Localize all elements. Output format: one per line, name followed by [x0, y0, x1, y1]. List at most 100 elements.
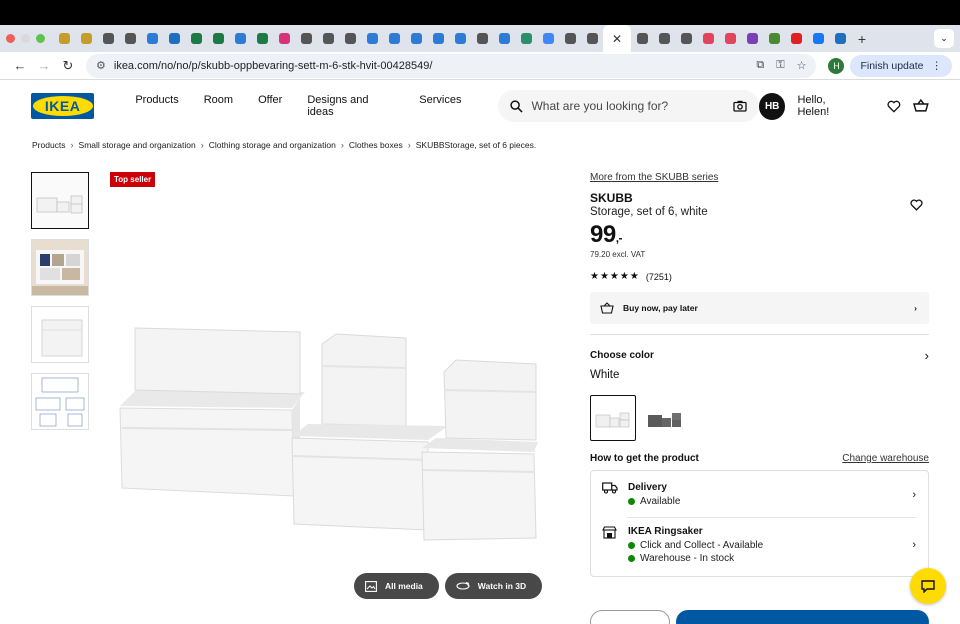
- browser-tab[interactable]: [829, 25, 851, 52]
- nav-services[interactable]: Services: [419, 94, 461, 118]
- browser-tab[interactable]: [383, 25, 405, 52]
- breadcrumb-item[interactable]: Small storage and organization: [79, 140, 196, 150]
- add-to-bag-button[interactable]: [676, 610, 929, 624]
- zoom-window-button[interactable]: [36, 34, 45, 43]
- browser-tab[interactable]: [207, 25, 229, 52]
- series-link[interactable]: More from the SKUBB series: [590, 172, 929, 183]
- price-excl-vat: 79.20 excl. VAT: [590, 250, 646, 259]
- search-input[interactable]: What are you looking for?: [498, 90, 759, 122]
- browser-tab[interactable]: [785, 25, 807, 52]
- breadcrumb-item[interactable]: Clothing storage and organization: [209, 140, 336, 150]
- breadcrumb-item[interactable]: Products: [32, 140, 66, 150]
- nav-room[interactable]: Room: [204, 94, 233, 118]
- media-buttons: All media Watch in 3D: [354, 573, 543, 599]
- favorite-heart-icon[interactable]: [910, 199, 923, 211]
- bookmark-star-icon[interactable]: ☆: [797, 59, 807, 72]
- swatch-grey[interactable]: [642, 395, 688, 441]
- change-warehouse-link[interactable]: Change warehouse: [842, 453, 929, 464]
- heart-icon[interactable]: [887, 100, 901, 113]
- browser-tab[interactable]: [515, 25, 537, 52]
- nav-products[interactable]: Products: [135, 94, 178, 118]
- thumbnail[interactable]: [31, 306, 89, 363]
- browser-tab[interactable]: [493, 25, 515, 52]
- ikea-logo[interactable]: IKEA: [31, 93, 95, 119]
- browser-tab[interactable]: [273, 25, 295, 52]
- url-text[interactable]: ikea.com/no/no/p/skubb-oppbevaring-sett-…: [114, 60, 744, 72]
- color-selector[interactable]: Choose color ›: [590, 348, 929, 363]
- chat-button[interactable]: [910, 568, 946, 604]
- watch-3d-button[interactable]: Watch in 3D: [444, 573, 543, 599]
- favicon-icon: [812, 33, 824, 44]
- browser-tab[interactable]: [317, 25, 339, 52]
- cart-icon[interactable]: [913, 99, 929, 113]
- browser-tab[interactable]: [119, 25, 141, 52]
- browser-tab[interactable]: [631, 25, 653, 52]
- browser-tab[interactable]: [141, 25, 163, 52]
- thumbnail[interactable]: [31, 239, 89, 296]
- review-count[interactable]: (7251): [646, 272, 672, 282]
- browser-tab[interactable]: [449, 25, 471, 52]
- minimize-window-button[interactable]: [21, 34, 30, 43]
- browser-tab[interactable]: [653, 25, 675, 52]
- browser-tab[interactable]: [361, 25, 383, 52]
- browser-tab[interactable]: [741, 25, 763, 52]
- finish-update-button[interactable]: Finish update ⋮: [850, 54, 952, 77]
- favicon-icon: [432, 33, 444, 44]
- rating[interactable]: ★★★★★ (7251): [590, 271, 929, 282]
- browser-tab[interactable]: [251, 25, 273, 52]
- browser-tab[interactable]: [339, 25, 361, 52]
- browser-tab[interactable]: [763, 25, 785, 52]
- buy-now-pay-later-button[interactable]: Buy now, pay later ›: [590, 292, 929, 324]
- active-tab[interactable]: ✕: [603, 25, 631, 52]
- favicon-icon: [278, 33, 290, 44]
- browser-tab[interactable]: [405, 25, 427, 52]
- browser-tab[interactable]: [163, 25, 185, 52]
- browser-tab[interactable]: [581, 25, 603, 52]
- nav-designs-and-ideas[interactable]: Designs and ideas: [307, 94, 394, 118]
- greeting[interactable]: Hello, Helen!: [797, 94, 859, 118]
- new-tab-button[interactable]: +: [851, 31, 873, 47]
- password-key-icon[interactable]: ⚿: [776, 59, 784, 72]
- thumbnail[interactable]: [31, 172, 89, 229]
- truck-icon: [602, 482, 628, 507]
- store-row[interactable]: IKEA Ringsaker Click and Collect - Avail…: [602, 526, 916, 564]
- back-icon[interactable]: ←: [8, 58, 32, 73]
- nav-offer[interactable]: Offer: [258, 94, 282, 118]
- browser-tab[interactable]: [427, 25, 449, 52]
- user-avatar[interactable]: HB: [758, 92, 786, 120]
- translate-icon[interactable]: ⧉: [756, 59, 764, 72]
- delivery-row[interactable]: Delivery Available ›: [602, 482, 916, 507]
- browser-tab[interactable]: [295, 25, 317, 52]
- browser-tab[interactable]: [559, 25, 581, 52]
- close-window-button[interactable]: [6, 34, 15, 43]
- search-icon: [510, 99, 524, 113]
- browser-tab[interactable]: [537, 25, 559, 52]
- breadcrumb-item[interactable]: Clothes boxes: [349, 140, 403, 150]
- thumbnail[interactable]: [31, 373, 89, 430]
- profile-avatar[interactable]: H: [828, 57, 845, 74]
- quantity-stepper[interactable]: [590, 610, 670, 624]
- browser-tab[interactable]: [719, 25, 741, 52]
- browser-tab[interactable]: [185, 25, 207, 52]
- reload-icon[interactable]: ↻: [56, 58, 80, 74]
- product-image[interactable]: [110, 268, 550, 558]
- site-info-icon[interactable]: ⚙: [96, 59, 106, 72]
- browser-tab[interactable]: [675, 25, 697, 52]
- browser-tab[interactable]: [229, 25, 251, 52]
- all-media-button[interactable]: All media: [354, 573, 439, 599]
- favicon-icon: [476, 33, 488, 44]
- browser-tab[interactable]: [97, 25, 119, 52]
- browser-tab[interactable]: [75, 25, 97, 52]
- browser-tab[interactable]: [53, 25, 75, 52]
- close-tab-icon[interactable]: ✕: [612, 32, 622, 46]
- swatch-white[interactable]: [590, 395, 636, 441]
- browser-tab[interactable]: [697, 25, 719, 52]
- browser-tab[interactable]: [807, 25, 829, 52]
- browser-tab[interactable]: [471, 25, 493, 52]
- address-bar[interactable]: ⚙ ikea.com/no/no/p/skubb-oppbevaring-set…: [86, 53, 817, 78]
- favicon-icon: [366, 33, 378, 44]
- favicon-icon: [702, 33, 714, 44]
- forward-icon[interactable]: →: [32, 58, 56, 73]
- tab-search-button[interactable]: ⌄: [934, 29, 954, 48]
- camera-icon[interactable]: [733, 100, 747, 112]
